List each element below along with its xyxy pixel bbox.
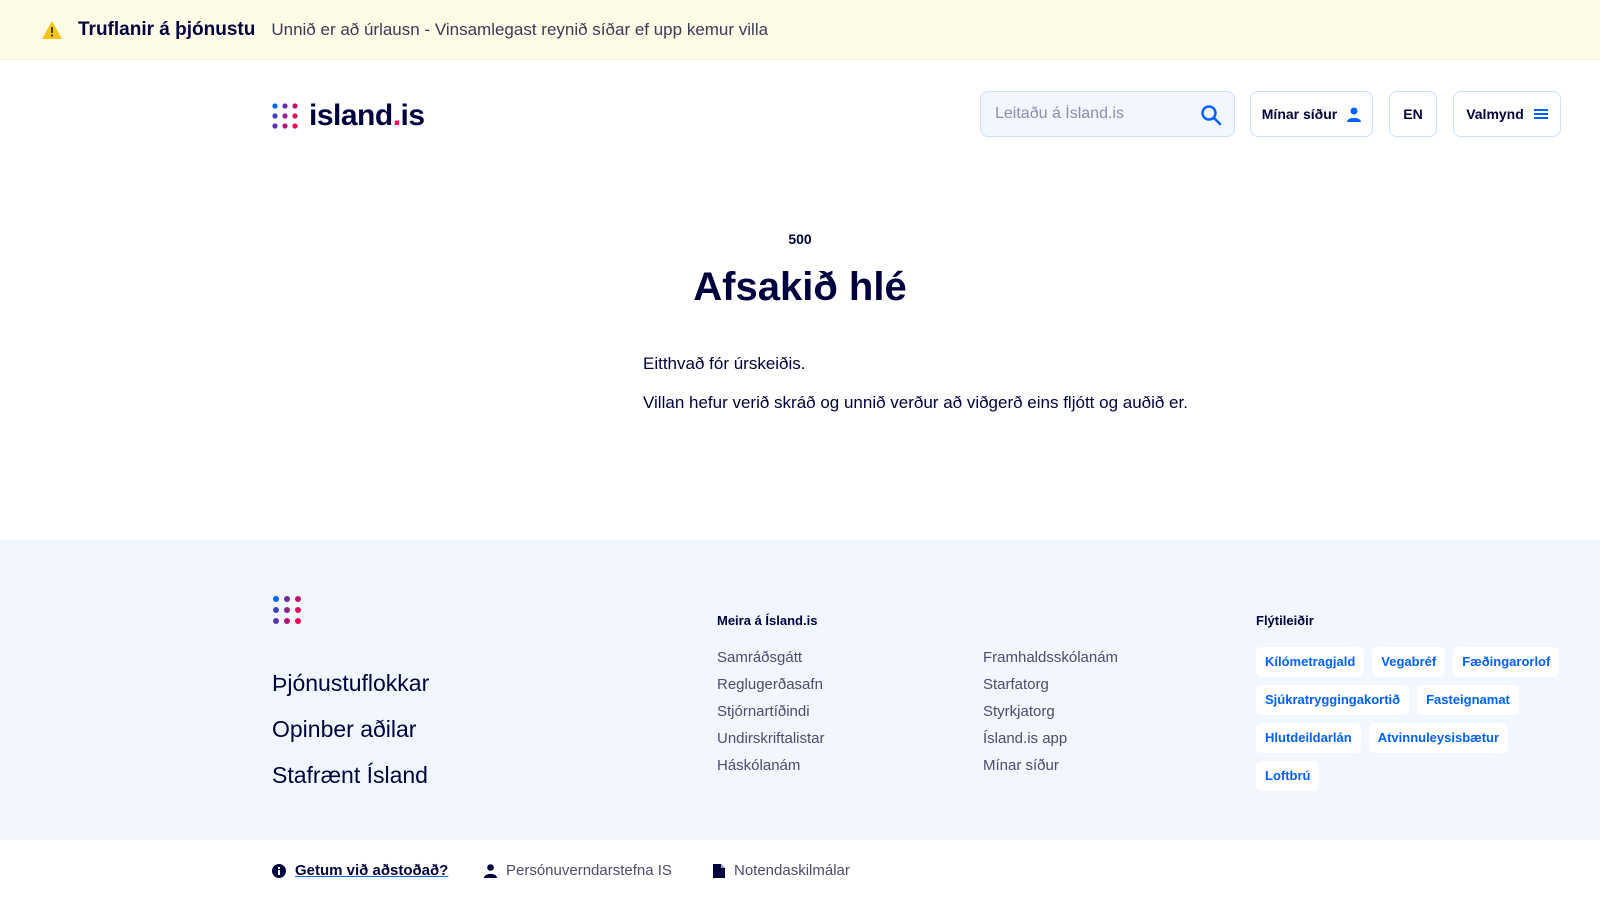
search-icon[interactable] <box>1200 104 1222 126</box>
hamburger-icon <box>1533 109 1548 119</box>
menu-button[interactable]: Valmynd <box>1453 91 1561 137</box>
footer-bottom-bar: Getum við aðstoðað? Persónuverndarstefna… <box>0 840 1600 900</box>
help-link[interactable]: Getum við aðstoðað? <box>272 862 448 879</box>
alert-title: Truflanir á þjónustu <box>78 18 256 40</box>
more-links-column-a: Samráðsgátt Reglugerðasafn Stjórnartíðin… <box>717 648 825 783</box>
alert-message: Unnið er að úrlausn - Vinsamlegast reyni… <box>271 19 769 39</box>
site-footer: Þjónustuflokkar Opinber aðilar Stafrænt … <box>0 540 1600 840</box>
terms-label: Notendaskilmálar <box>734 862 850 879</box>
language-label: EN <box>1403 106 1423 122</box>
footer-link[interactable]: Reglugerðasafn <box>717 675 825 702</box>
footer-link[interactable]: Háskólanám <box>717 756 825 783</box>
quick-link-tag[interactable]: Fæðingarorlof <box>1453 647 1560 677</box>
search-input[interactable] <box>995 105 1195 123</box>
my-pages-label: Mínar síður <box>1261 106 1338 122</box>
service-alert-banner: Truflanir á þjónustu Unnið er að úrlausn… <box>0 0 1600 60</box>
search-box <box>980 91 1235 137</box>
quick-link-tag[interactable]: Atvinnuleysisbætur <box>1368 723 1509 753</box>
language-toggle-button[interactable]: EN <box>1389 91 1437 137</box>
my-pages-button[interactable]: Mínar síður <box>1250 91 1373 137</box>
island-logo[interactable]: island.is <box>272 99 425 133</box>
menu-label: Valmynd <box>1466 106 1524 122</box>
quick-link-tag[interactable]: Kílómetragjald <box>1256 647 1365 677</box>
footer-link[interactable]: Stjórnartíðindi <box>717 702 825 729</box>
quick-link-tag[interactable]: Loftbrú <box>1256 761 1320 791</box>
footer-link[interactable]: Samráðsgátt <box>717 648 825 675</box>
footer-link[interactable]: Undirskriftalistar <box>717 729 825 756</box>
terms-link[interactable]: Notendaskilmálar <box>713 862 850 879</box>
footer-logo-icon[interactable] <box>272 595 302 625</box>
help-label: Getum við aðstoðað? <box>295 862 449 879</box>
footer-link[interactable]: Framhaldsskólanám <box>983 648 1118 675</box>
quick-link-tag[interactable]: Sjúkratryggingakortið <box>1256 685 1410 715</box>
footer-link[interactable]: Styrkjatorg <box>983 702 1118 729</box>
error-details: Villan hefur verið skráð og unnið verður… <box>643 393 1188 412</box>
more-links-column-b: Framhaldsskólanám Starfatorg Styrkjatorg… <box>983 648 1118 783</box>
user-icon <box>484 863 497 878</box>
quick-link-tag[interactable]: Fasteignamat <box>1417 685 1519 715</box>
logo-dots-icon <box>272 103 298 129</box>
warning-icon <box>42 20 62 39</box>
quick-link-tag[interactable]: Hlutdeildarlán <box>1256 723 1361 753</box>
footer-link[interactable]: Ísland.is app <box>983 729 1118 756</box>
document-icon <box>713 863 725 878</box>
error-code: 500 <box>788 231 812 247</box>
site-header: island.is Mínar síður EN Valmynd <box>0 61 1600 166</box>
page-title: Afsakið hlé <box>693 265 907 309</box>
privacy-policy-link[interactable]: Persónuverndarstefna IS <box>484 862 672 879</box>
quick-links-heading: Flýtileiðir <box>1256 613 1314 628</box>
quick-links-tags: Kílómetragjald Vegabréf Fæðingarorlof Sj… <box>1256 647 1576 799</box>
more-heading: Meira á Ísland.is <box>717 613 818 628</box>
quick-link-tag[interactable]: Vegabréf <box>1372 647 1446 677</box>
footer-link-digital-iceland[interactable]: Stafrænt Ísland <box>272 762 428 789</box>
footer-link[interactable]: Starfatorg <box>983 675 1118 702</box>
footer-link-public-bodies[interactable]: Opinber aðilar <box>272 716 416 743</box>
info-icon <box>272 863 286 878</box>
footer-link-service-categories[interactable]: Þjónustuflokkar <box>272 670 429 697</box>
privacy-label: Persónuverndarstefna IS <box>506 862 672 879</box>
logo-text: island.is <box>309 99 425 132</box>
error-description: Eitthvað fór úrskeiðis. <box>643 354 806 373</box>
footer-link[interactable]: Mínar síður <box>983 756 1118 783</box>
user-icon <box>1347 107 1362 122</box>
